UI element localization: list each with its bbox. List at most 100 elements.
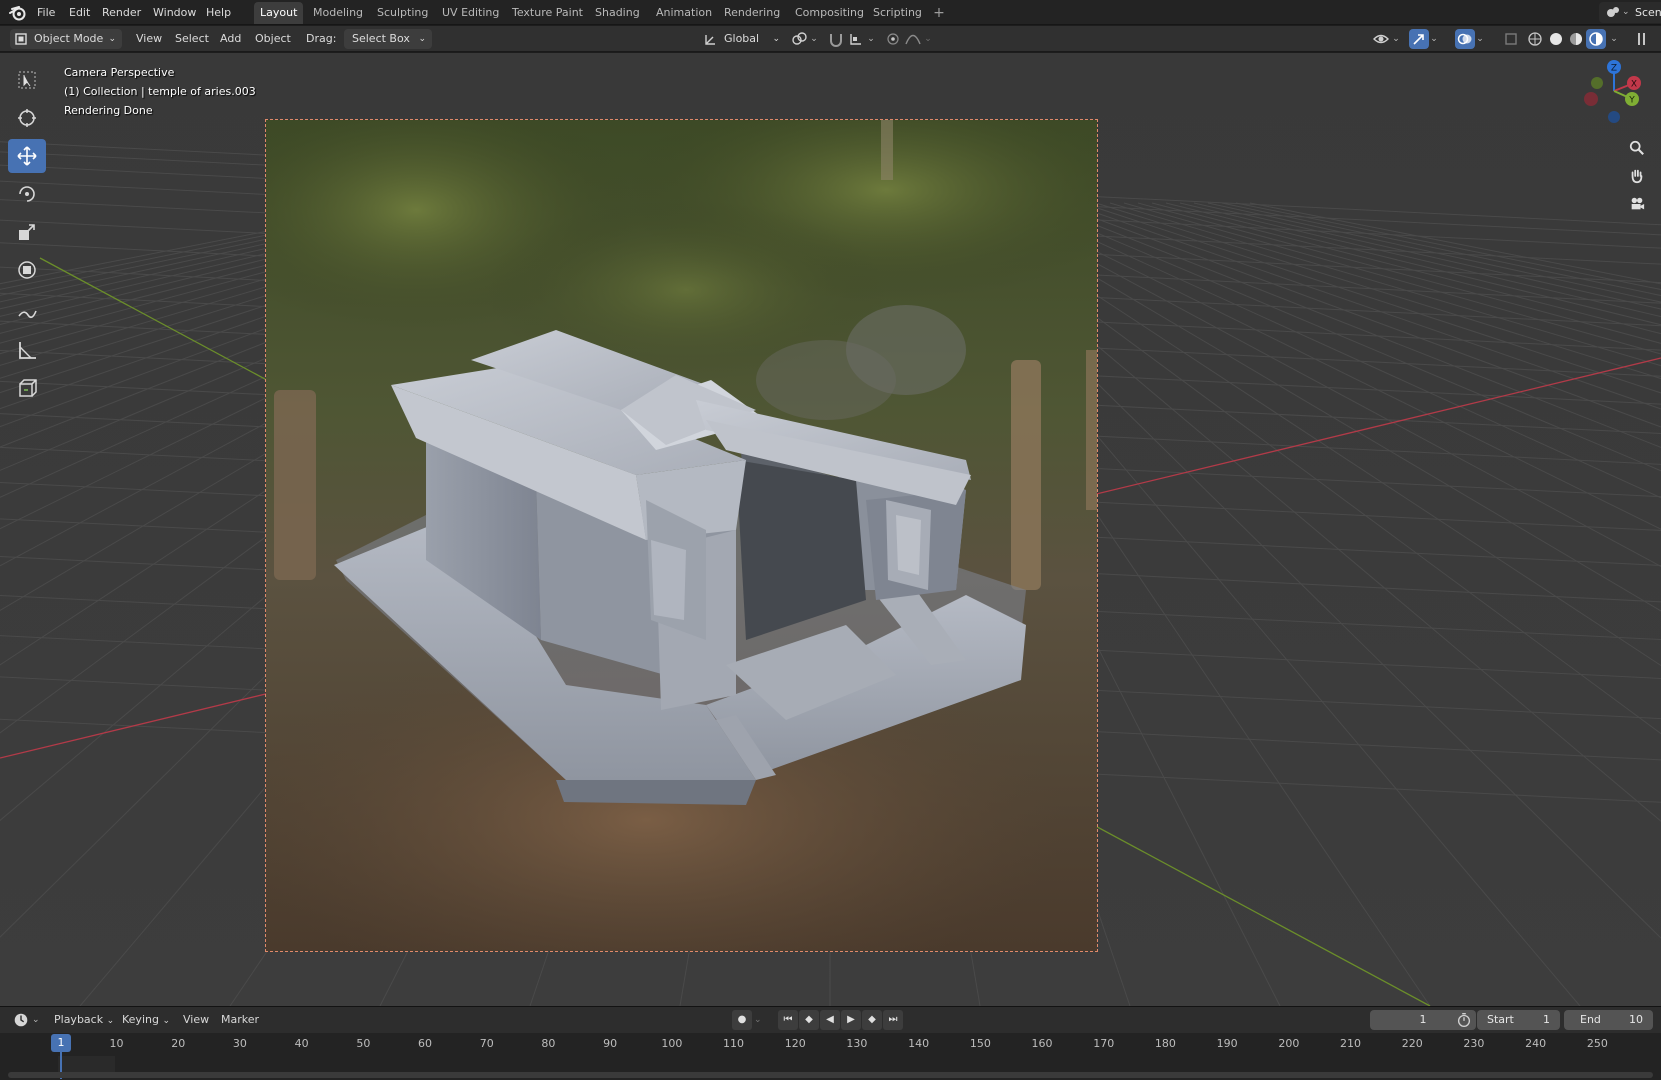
- top-menu-bar: File Edit Render Window Help Layout Mode…: [0, 0, 1661, 25]
- annotate-pen-icon: [18, 310, 37, 319]
- chevron-down-icon[interactable]: ⌄: [809, 29, 819, 49]
- tab-compositing[interactable]: Compositing: [789, 2, 870, 24]
- timeline-scrollbar[interactable]: [8, 1072, 1653, 1078]
- measure-tool[interactable]: [8, 333, 46, 367]
- viewport-info-overlay: Camera Perspective (1) Collection | temp…: [64, 63, 256, 120]
- menu-render[interactable]: Render: [102, 4, 141, 21]
- camera-view-button[interactable]: [1624, 191, 1650, 217]
- cursor-tool[interactable]: [8, 101, 46, 135]
- solid-shading-icon[interactable]: [1546, 29, 1566, 49]
- menu-add[interactable]: Add: [220, 29, 241, 49]
- frame-tick-label: 120: [784, 1037, 806, 1050]
- prev-keyframe-button[interactable]: ◆: [799, 1010, 819, 1030]
- chevron-down-icon[interactable]: ⌄: [1609, 29, 1619, 49]
- hand-icon: [1631, 169, 1643, 184]
- move-tool[interactable]: [8, 139, 46, 173]
- chevron-down-icon: ⌄: [772, 34, 780, 44]
- play-button[interactable]: ▶: [841, 1010, 861, 1030]
- sidebar-toggle-icon[interactable]: [1632, 29, 1652, 49]
- xray-icon[interactable]: [1501, 29, 1521, 49]
- tab-modeling[interactable]: Modeling: [307, 2, 369, 24]
- transform-orientation-dropdown[interactable]: Global ⌄: [700, 29, 782, 49]
- marker-menu[interactable]: Marker: [217, 1010, 263, 1030]
- frame-tick-label: 50: [356, 1037, 371, 1050]
- menu-view[interactable]: View: [136, 29, 162, 49]
- y-axis-label: Y: [1628, 96, 1635, 106]
- chevron-down-icon: ⌄: [108, 34, 116, 44]
- measure-ruler-icon: [19, 342, 36, 359]
- show-gizmo-icon[interactable]: [1409, 29, 1429, 49]
- tab-scripting[interactable]: Scripting: [867, 2, 928, 24]
- menu-help[interactable]: Help: [206, 4, 231, 21]
- scene-name[interactable]: Scen: [1635, 2, 1661, 23]
- chevron-down-icon[interactable]: ⌄: [1429, 29, 1439, 49]
- frame-tick-label: 180: [1154, 1037, 1176, 1050]
- tab-rendering[interactable]: Rendering: [718, 2, 786, 24]
- jump-start-button[interactable]: ⏮: [778, 1010, 798, 1030]
- start-frame-field[interactable]: Start 1: [1477, 1010, 1560, 1030]
- pivot-point-icon[interactable]: [789, 29, 809, 49]
- tab-animation[interactable]: Animation: [650, 2, 718, 24]
- playback-menu[interactable]: Playback ⌄: [50, 1010, 118, 1030]
- scale-tool[interactable]: [8, 215, 46, 249]
- chevron-down-icon[interactable]: ⌄: [1475, 29, 1485, 49]
- material-shading-icon[interactable]: [1566, 29, 1586, 49]
- rotate-tool[interactable]: [8, 177, 46, 211]
- menu-window[interactable]: Window: [153, 4, 196, 21]
- tab-texture-paint[interactable]: Texture Paint: [506, 2, 589, 24]
- frame-tick-label: 210: [1340, 1037, 1362, 1050]
- select-box-tool[interactable]: [8, 63, 46, 97]
- tab-layout[interactable]: Layout: [254, 2, 304, 24]
- show-overlays-icon[interactable]: [1455, 29, 1475, 49]
- auto-keying-button[interactable]: ●: [732, 1010, 752, 1030]
- editor-type-selector[interactable]: ⌄: [10, 1010, 42, 1030]
- playhead-frame-indicator[interactable]: 1: [51, 1034, 71, 1052]
- preview-range-toggle[interactable]: [1453, 1010, 1475, 1030]
- timeline-view-menu[interactable]: View: [179, 1010, 213, 1030]
- chevron-down-icon[interactable]: ⌄: [923, 29, 933, 49]
- render-status-label: Rendering Done: [64, 104, 153, 117]
- frame-tick-label: 160: [1031, 1037, 1053, 1050]
- end-frame-field[interactable]: End 10: [1564, 1010, 1653, 1030]
- menu-object[interactable]: Object: [255, 29, 291, 49]
- mode-selector[interactable]: Object Mode ⌄: [10, 29, 122, 49]
- viewport-header: Object Mode ⌄ View Select Add Object Dra…: [0, 26, 1661, 52]
- transform-tool[interactable]: [8, 253, 46, 287]
- blender-logo-icon[interactable]: [9, 4, 27, 21]
- drag-select-dropdown[interactable]: Select Box ⌄: [344, 29, 432, 49]
- visibility-icon[interactable]: [1371, 29, 1391, 49]
- jump-end-button[interactable]: ⏭: [883, 1010, 903, 1030]
- add-workspace-button[interactable]: +: [929, 2, 949, 24]
- menu-file[interactable]: File: [37, 4, 55, 21]
- navigation-gizmo[interactable]: Z X Y: [1574, 57, 1654, 137]
- proportional-edit-icon[interactable]: [883, 29, 903, 49]
- tab-shading[interactable]: Shading: [589, 2, 646, 24]
- x-axis-label: X: [1631, 80, 1637, 90]
- play-reverse-button[interactable]: ◀: [820, 1010, 840, 1030]
- falloff-icon[interactable]: [903, 29, 923, 49]
- chevron-down-icon[interactable]: ⌄: [1391, 29, 1401, 49]
- rendered-shading-icon[interactable]: [1586, 29, 1606, 49]
- end-label: End: [1580, 1013, 1601, 1026]
- add-cube-tool[interactable]: [8, 371, 46, 405]
- next-keyframe-button[interactable]: ◆: [862, 1010, 882, 1030]
- keying-menu[interactable]: Keying ⌄: [118, 1010, 174, 1030]
- annotate-tool[interactable]: [8, 295, 46, 329]
- select-cursor-icon: [18, 71, 36, 89]
- pan-view-button[interactable]: [1624, 163, 1650, 189]
- start-label: Start: [1487, 1013, 1514, 1026]
- zoom-view-button[interactable]: [1624, 135, 1650, 161]
- drag-label: Drag:: [306, 32, 337, 45]
- snap-target-icon[interactable]: [846, 29, 866, 49]
- collection-object-label: (1) Collection | temple of aries.003: [64, 85, 256, 98]
- frame-tick-label: 190: [1216, 1037, 1238, 1050]
- chevron-down-icon[interactable]: ⌄: [866, 29, 876, 49]
- wireframe-shading-icon[interactable]: [1525, 29, 1545, 49]
- snap-icon[interactable]: [826, 29, 846, 49]
- menu-select[interactable]: Select: [175, 29, 209, 49]
- drag-value: Select Box: [352, 32, 410, 45]
- menu-edit[interactable]: Edit: [69, 4, 90, 21]
- tab-sculpting[interactable]: Sculpting: [371, 2, 434, 24]
- 3d-viewport[interactable]: Camera Perspective (1) Collection | temp…: [0, 53, 1661, 1006]
- tab-uv-editing[interactable]: UV Editing: [436, 2, 505, 24]
